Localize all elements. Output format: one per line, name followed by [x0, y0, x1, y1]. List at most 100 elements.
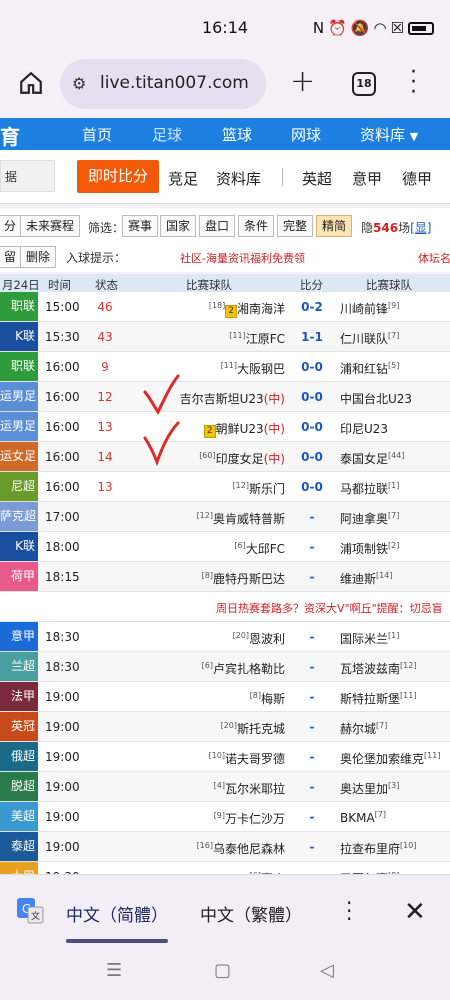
- future-schedule-button[interactable]: 未来赛程: [20, 215, 81, 237]
- league-badge[interactable]: K联: [0, 532, 38, 561]
- table-row[interactable]: K联 15:30 43 [11]江原FC 1-1 仁川联队[7]: [0, 322, 450, 352]
- delete-button[interactable]: 删除: [20, 246, 57, 268]
- show-hidden-link[interactable]: [显]: [410, 221, 431, 235]
- table-row[interactable]: 法甲 19:00 [8]梅斯 - 斯特拉斯堡[11]: [0, 682, 450, 712]
- match-score[interactable]: 0-0: [286, 390, 338, 404]
- match-score[interactable]: -: [286, 570, 338, 584]
- league-badge[interactable]: 泰超: [0, 832, 38, 861]
- link-epl[interactable]: 英超: [302, 168, 332, 189]
- link-database[interactable]: 资料库: [216, 168, 261, 189]
- match-score[interactable]: -: [286, 660, 338, 674]
- table-row[interactable]: 脱超 19:00 [4]瓦尔米耶拉 - 奥达里加[3]: [0, 772, 450, 802]
- filter-fen-button[interactable]: 分: [0, 215, 23, 237]
- match-score[interactable]: -: [286, 720, 338, 734]
- match-score[interactable]: -: [286, 750, 338, 764]
- table-row[interactable]: 意甲 18:30 [20]恩波利 - 国际米兰[1]: [0, 622, 450, 652]
- away-team[interactable]: 奥达里加[3]: [340, 780, 399, 797]
- table-row[interactable]: 兰超 18:30 [6]卢宾扎格勒比 - 瓦塔波兹南[12]: [0, 652, 450, 682]
- away-team[interactable]: 仁川联队[7]: [340, 330, 399, 347]
- league-badge[interactable]: 职联: [0, 292, 38, 321]
- match-score[interactable]: -: [286, 690, 338, 704]
- match-score[interactable]: 0-0: [286, 480, 338, 494]
- away-team[interactable]: 奥伦堡加索维克[11]: [340, 750, 440, 767]
- league-badge[interactable]: 脱超: [0, 772, 38, 801]
- match-score[interactable]: -: [286, 540, 338, 554]
- league-badge[interactable]: 运女足: [0, 442, 38, 471]
- filter-condition-button[interactable]: 条件: [238, 215, 275, 237]
- table-row[interactable]: 职联 16:00 9 [11]大阪钢巴 0-0 浦和红钻[5]: [0, 352, 450, 382]
- home-button-icon[interactable]: ▢: [214, 960, 231, 981]
- away-team[interactable]: 中国台北U23: [340, 390, 412, 407]
- away-team[interactable]: 维迪斯[14]: [340, 570, 392, 587]
- lang-traditional-tab[interactable]: 中文（繁體）: [200, 901, 302, 926]
- new-tab-icon[interactable]: +: [290, 64, 315, 99]
- away-team[interactable]: 拉查布里府[10]: [340, 840, 416, 857]
- away-team[interactable]: 马都拉联[1]: [340, 480, 399, 497]
- match-score[interactable]: -: [286, 630, 338, 644]
- filter-simple-button[interactable]: 精简: [316, 215, 353, 237]
- site-settings-icon[interactable]: ⚙: [72, 74, 86, 93]
- league-badge[interactable]: 美超: [0, 802, 38, 831]
- filter-country-button[interactable]: 国家: [160, 215, 197, 237]
- match-score[interactable]: 0-0: [286, 420, 338, 434]
- nav-home[interactable]: 首页: [82, 124, 112, 145]
- table-row[interactable]: K联 18:00 [6]大邱FC - 浦项制铁[2]: [0, 532, 450, 562]
- keep-button[interactable]: 留: [0, 246, 23, 268]
- match-score[interactable]: 0-0: [286, 360, 338, 374]
- match-score[interactable]: -: [286, 840, 338, 854]
- recent-apps-icon[interactable]: ☰: [106, 960, 122, 981]
- address-bar[interactable]: ⚙ live.titan007.com: [60, 59, 266, 109]
- filter-odds-button[interactable]: 盘口: [199, 215, 236, 237]
- live-score-button[interactable]: 即时比分: [77, 160, 159, 193]
- table-row[interactable]: 英冠 19:00 [20]斯托克城 - 赫尔城[7]: [0, 712, 450, 742]
- mid-promo-banner[interactable]: 周日热赛套路多？资深大V"啊丘"提醒：切忌盲: [0, 592, 450, 622]
- home-icon[interactable]: [18, 70, 44, 96]
- league-badge[interactable]: 职联: [0, 352, 38, 381]
- match-score[interactable]: 0-0: [286, 450, 338, 464]
- table-row[interactable]: 运男足 16:00 13 2 朝鲜U23(中) 0-0 印尼U23: [0, 412, 450, 442]
- away-team[interactable]: 阿迪拿奥[7]: [340, 510, 399, 527]
- away-team[interactable]: 川崎前锋[9]: [340, 300, 399, 317]
- league-badge[interactable]: 意甲: [0, 622, 38, 651]
- table-row[interactable]: 荷甲 18:15 [8]鹿特丹斯巴达 - 维迪斯[14]: [0, 562, 450, 592]
- filter-event-button[interactable]: 赛事: [122, 215, 159, 237]
- league-badge[interactable]: 运男足: [0, 412, 38, 441]
- lang-simplified-tab[interactable]: 中文（简體）: [66, 901, 168, 926]
- league-badge[interactable]: 运男足: [0, 382, 38, 411]
- away-team[interactable]: 泰国女足[44]: [340, 450, 404, 467]
- away-team[interactable]: 浦和红钻[5]: [340, 360, 399, 377]
- table-row[interactable]: 运男足 16:00 12 吉尔吉斯坦U23(中) 0-0 中国台北U23: [0, 382, 450, 412]
- away-team[interactable]: 印尼U23: [340, 420, 388, 437]
- nav-database[interactable]: 资料库 ▼: [360, 124, 418, 145]
- match-score[interactable]: -: [286, 510, 338, 524]
- nav-basketball[interactable]: 篮球: [222, 124, 252, 145]
- league-badge[interactable]: 萨克超: [0, 502, 38, 531]
- match-score[interactable]: 1-1: [286, 330, 338, 344]
- match-score[interactable]: 0-2: [286, 300, 338, 314]
- league-badge[interactable]: 兰超: [0, 652, 38, 681]
- promo-link-right[interactable]: 体坛名: [418, 250, 450, 266]
- away-team[interactable]: 瓦塔波兹南[12]: [340, 660, 416, 677]
- league-badge[interactable]: 法甲: [0, 682, 38, 711]
- filter-full-button[interactable]: 完整: [277, 215, 314, 237]
- table-row[interactable]: 萨克超 17:00 [12]奥肯威特普斯 - 阿迪拿奥[7]: [0, 502, 450, 532]
- league-badge[interactable]: 荷甲: [0, 562, 38, 591]
- tab-count-button[interactable]: 18: [352, 72, 376, 96]
- league-badge[interactable]: 俄超: [0, 742, 38, 771]
- away-team[interactable]: 浦项制铁[2]: [340, 540, 399, 557]
- away-team[interactable]: 国际米兰[1]: [340, 630, 399, 647]
- table-row[interactable]: 运女足 16:00 14 [60]印度女足(中) 0-0 泰国女足[44]: [0, 442, 450, 472]
- table-row[interactable]: 泰超 19:00 [16]乌泰他尼森林 - 拉查布里府[10]: [0, 832, 450, 862]
- away-team[interactable]: 赫尔城[7]: [340, 720, 387, 737]
- link-jingzu[interactable]: 竞足: [168, 168, 198, 189]
- link-bundesliga[interactable]: 德甲: [402, 168, 432, 189]
- more-menu-icon[interactable]: · · ·: [410, 62, 417, 104]
- match-score[interactable]: -: [286, 810, 338, 824]
- league-badge[interactable]: 英冠: [0, 712, 38, 741]
- away-team[interactable]: 斯特拉斯堡[11]: [340, 690, 416, 707]
- back-icon[interactable]: ◁: [320, 960, 334, 981]
- league-badge[interactable]: K联: [0, 322, 38, 351]
- link-seriea[interactable]: 意甲: [352, 168, 382, 189]
- translate-more-icon[interactable]: · · ·: [346, 893, 352, 929]
- league-badge[interactable]: 尼超: [0, 472, 38, 501]
